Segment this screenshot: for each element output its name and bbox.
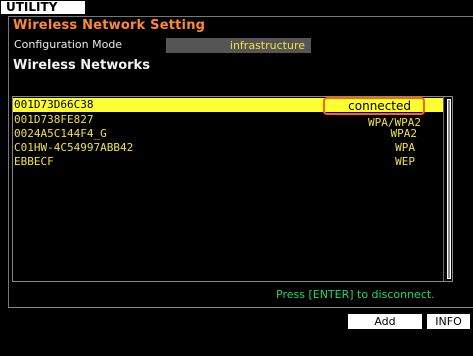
- network-row[interactable]: 0024A5C144F4_G WPA2: [13, 127, 443, 141]
- network-row[interactable]: 001D738FE827 WPA/WPA2: [13, 113, 443, 129]
- bottom-strip: [0, 339, 473, 356]
- networks-title: Wireless Networks: [13, 58, 150, 73]
- utility-screen: UTILITY Wireless Network Setting Configu…: [0, 0, 473, 356]
- disconnect-hint: Press [ENTER] to disconnect.: [276, 288, 435, 301]
- network-row[interactable]: EBBECF WEP: [13, 155, 443, 169]
- network-ssid: 001D738FE827: [14, 113, 94, 126]
- network-status: WPA2: [390, 127, 418, 140]
- info-button[interactable]: INFO: [426, 313, 471, 330]
- section-title: Wireless Network Setting: [13, 18, 206, 33]
- network-row[interactable]: C01HW-4C54997ABB42 WPA: [13, 141, 443, 155]
- network-status: WPA: [395, 141, 415, 154]
- utility-tab: UTILITY: [0, 0, 86, 15]
- scrollbar-thumb[interactable]: [447, 99, 451, 279]
- config-mode-label: Configuration Mode: [14, 38, 123, 51]
- network-status: connected: [348, 99, 411, 113]
- add-button[interactable]: Add: [347, 313, 423, 330]
- network-ssid: 0024A5C144F4_G: [14, 127, 107, 140]
- network-ssid: C01HW-4C54997ABB42: [14, 141, 134, 154]
- network-status: WEP: [395, 155, 415, 168]
- network-ssid: 001D73D66C38: [14, 98, 94, 111]
- config-mode-value[interactable]: infrastructure: [166, 38, 311, 53]
- network-ssid: EBBECF: [14, 155, 54, 168]
